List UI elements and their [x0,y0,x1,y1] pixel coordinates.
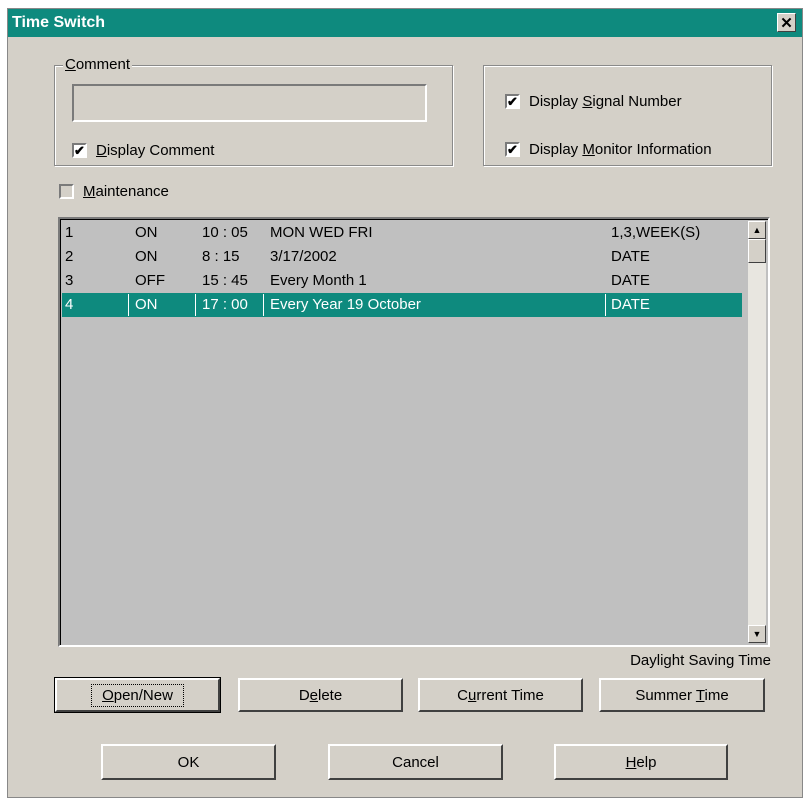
ok-label: OK [177,753,200,771]
row-state: ON [135,248,158,265]
scrollbar-thumb[interactable] [748,239,766,263]
display-comment-label: Display Comment [96,142,215,159]
display-comment-checkbox[interactable]: ✔ Display Comment [72,142,214,159]
row-state: OFF [135,272,165,289]
delete-button[interactable]: Delete [238,678,403,712]
cancel-button[interactable]: Cancel [328,744,503,780]
close-button[interactable]: ✕ [777,13,796,32]
schedule-list[interactable]: 1 ON 10 : 05 MON WED FRI 1,3,WEEK(S) 2 O… [58,217,770,647]
row-time: 8 : 15 [202,248,240,265]
row-when: 3/17/2002 [270,248,337,265]
maintenance-check-icon [59,184,74,199]
maintenance-checkbox[interactable]: Maintenance [59,183,169,200]
display-monitor-info-label: Display Monitor Information [529,141,712,158]
column-separator [128,294,129,316]
comment-group: Comment ✔ Display Comment [54,56,453,166]
comment-legend-rest: omment [75,56,131,73]
cancel-label: Cancel [392,753,439,771]
display-monitor-info-checkbox[interactable]: ✔ Display Monitor Information [505,141,712,158]
row-type: DATE [611,248,650,265]
row-state: ON [135,296,158,313]
window-title: Time Switch [12,14,106,31]
row-time: 10 : 05 [202,224,248,241]
delete-label: Delete [298,686,343,704]
vertical-scrollbar[interactable]: ▲ ▼ [748,221,766,643]
arrow-down-icon: ▼ [752,629,762,639]
display-comment-check-icon: ✔ [72,143,87,158]
row-when: Every Month 1 [270,272,367,289]
row-when: Every Year 19 October [270,296,421,313]
help-button[interactable]: Help [554,744,728,780]
arrow-up-icon: ▲ [752,225,762,235]
schedule-row[interactable]: 1 ON 10 : 05 MON WED FRI 1,3,WEEK(S) [62,221,742,245]
current-time-label: Current Time [457,686,544,704]
comment-input[interactable] [72,84,427,122]
help-label: Help [625,753,657,771]
display-signal-number-check-icon: ✔ [505,94,520,109]
display-options-group: ✔ Display Signal Number ✔ Display Monito… [483,65,772,166]
row-type: 1,3,WEEK(S) [611,224,701,241]
row-number: 3 [65,272,74,289]
row-when: MON WED FRI [270,224,373,241]
open-new-button[interactable]: Open/New [54,677,221,713]
summer-time-label: Summer Time [635,686,729,704]
schedule-row[interactable]: 2 ON 8 : 15 3/17/2002 DATE [62,245,742,269]
display-monitor-info-check-icon: ✔ [505,142,520,157]
column-separator [605,294,606,316]
scroll-up-button[interactable]: ▲ [748,221,766,239]
maintenance-label: Maintenance [83,183,169,200]
comment-legend: Comment [63,56,133,73]
row-type: DATE [611,272,650,289]
current-time-button[interactable]: Current Time [418,678,583,712]
row-state: ON [135,224,158,241]
title-bar[interactable]: Time Switch ✕ [8,9,802,37]
display-signal-number-label: Display Signal Number [529,93,682,110]
schedule-row-selected[interactable]: 4 ON 17 : 00 Every Year 19 October DATE [62,293,742,317]
summer-time-button[interactable]: Summer Time [599,678,765,712]
column-separator [195,294,196,316]
close-icon: ✕ [780,14,793,32]
ok-button[interactable]: OK [101,744,276,780]
scroll-down-button[interactable]: ▼ [748,625,766,643]
row-number: 1 [65,224,74,241]
daylight-saving-label: Daylight Saving Time [630,652,771,669]
row-type: DATE [611,296,650,313]
time-switch-dialog: Time Switch ✕ Comment ✔ Display Comment … [7,8,803,798]
row-time: 15 : 45 [202,272,248,289]
schedule-row[interactable]: 3 OFF 15 : 45 Every Month 1 DATE [62,269,742,293]
row-number: 2 [65,248,74,265]
open-new-label: Open/New [91,683,184,707]
column-separator [263,294,264,316]
row-number: 4 [65,296,74,313]
row-time: 17 : 00 [202,296,248,313]
display-signal-number-checkbox[interactable]: ✔ Display Signal Number [505,93,682,110]
